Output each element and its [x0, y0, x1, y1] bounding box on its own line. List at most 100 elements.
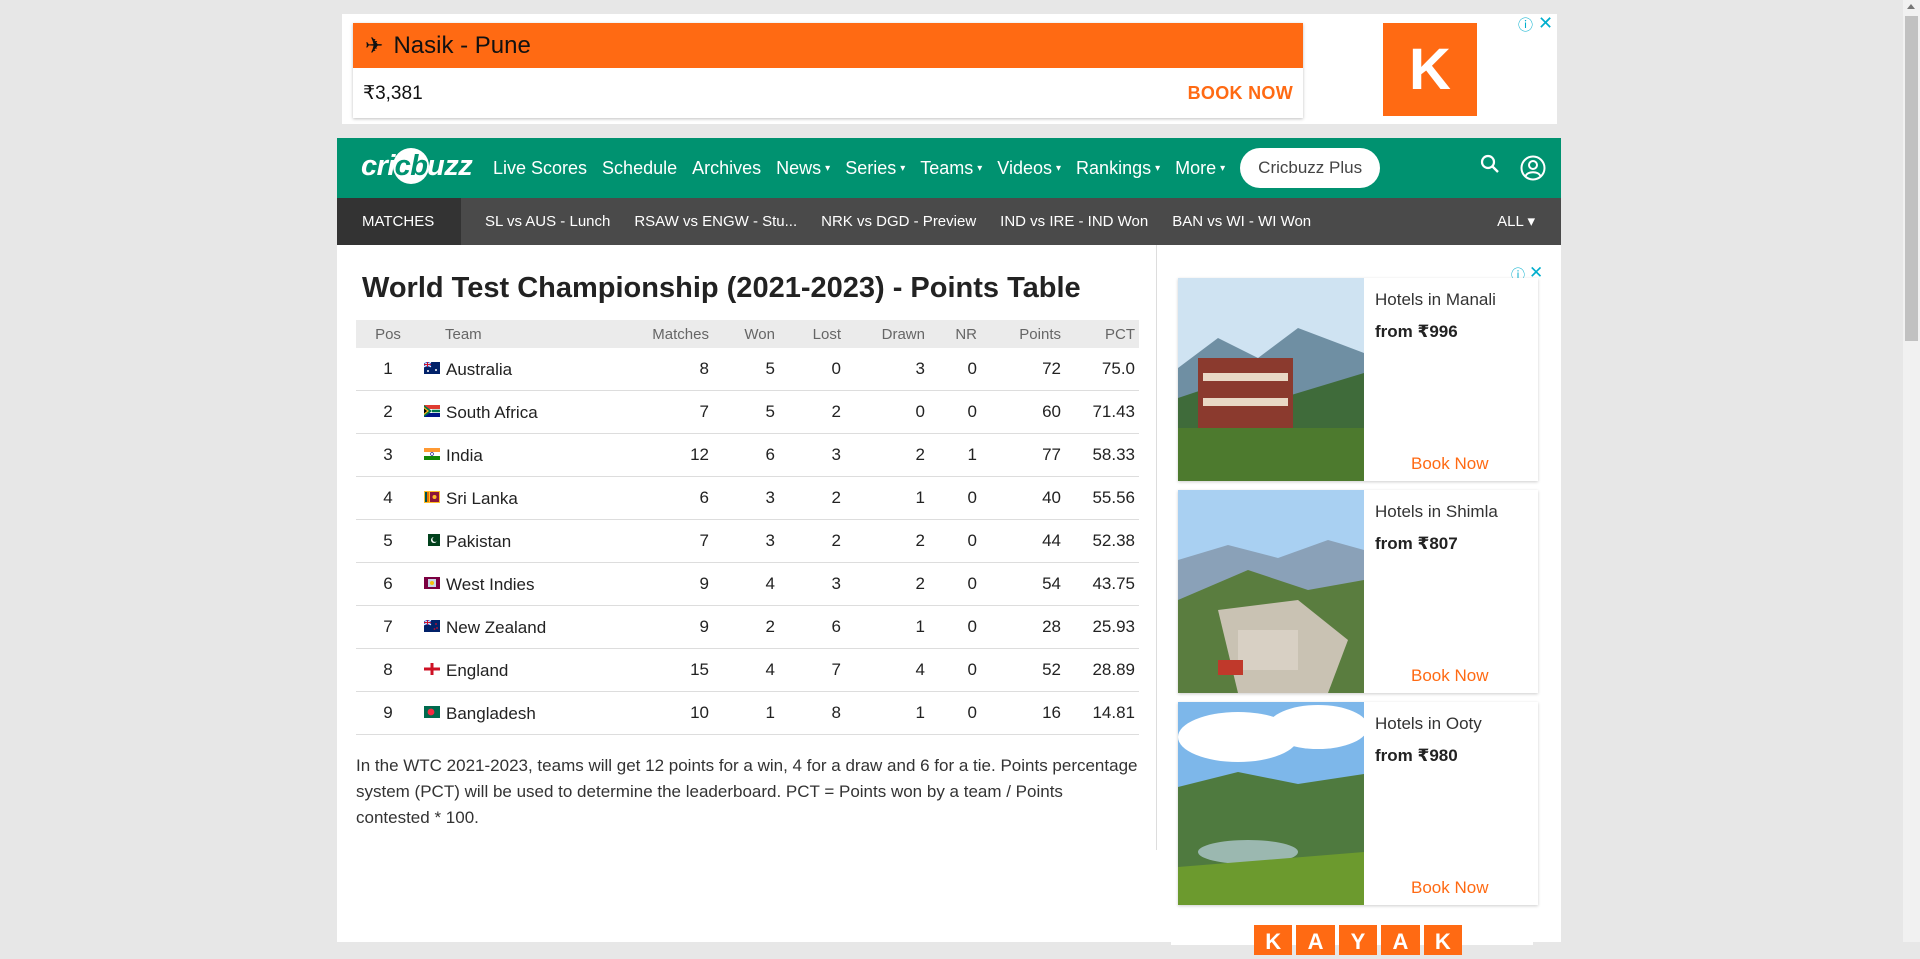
cell-drawn: 1	[845, 691, 929, 735]
team-cell[interactable]: New Zealand	[420, 605, 625, 649]
hotel-book-now-button[interactable]: Book Now	[1411, 666, 1488, 686]
team-cell[interactable]: West Indies	[420, 562, 625, 606]
cricbuzz-plus-button[interactable]: Cricbuzz Plus	[1240, 148, 1381, 188]
scrollbar-thumb[interactable]	[1905, 16, 1918, 341]
nav-item-more[interactable]: More ▾	[1175, 158, 1225, 179]
team-cell[interactable]: Pakistan	[420, 519, 625, 563]
nav-item-teams[interactable]: Teams ▾	[920, 158, 982, 179]
team-flag-icon	[424, 531, 440, 546]
col-nr: NR	[955, 325, 977, 343]
kayak-letter: A	[1296, 925, 1335, 955]
scroll-up-arrow-icon[interactable]	[1907, 4, 1915, 9]
nav-item-label: Live Scores	[493, 157, 588, 178]
ad-close-icon[interactable]: ✕	[1538, 13, 1553, 34]
team-cell[interactable]: Bangladesh	[420, 691, 625, 735]
cell-pct: 52.38	[1065, 519, 1139, 563]
hotel-image[interactable]	[1178, 490, 1364, 693]
hotel-ads-sidebar[interactable]: ⓘ ✕ Hotels in Manali from ₹996 Book Now Hot…	[1171, 263, 1543, 955]
team-cell[interactable]: India	[420, 433, 625, 477]
table-row: 1 Australia 8 5 0 3 0 72 75.0	[356, 348, 1139, 391]
team-cell[interactable]: England	[420, 648, 625, 692]
table-row: 4 Sri Lanka 6 3 2 1 0 40 55.56	[356, 476, 1139, 520]
col-matches: Matches	[652, 325, 709, 343]
book-now-button[interactable]: BOOK NOW	[1188, 83, 1293, 104]
chevron-down-icon: ▾	[1056, 163, 1062, 175]
cell-pct: 28.89	[1065, 648, 1139, 692]
match-link[interactable]: BAN vs WI - WI Won	[1172, 213, 1311, 230]
hotel-ad-card[interactable]: Hotels in Shimla from ₹807 Book Now	[1178, 490, 1538, 693]
page-scrollbar[interactable]	[1903, 0, 1920, 942]
nav-item-rankings[interactable]: Rankings ▾	[1076, 158, 1160, 179]
top-banner-ad[interactable]: ✈ Nasik - Pune ₹3,381 BOOK NOW K ⓘ ✕	[342, 13, 1557, 124]
cell-nr: 1	[929, 433, 981, 477]
cell-pos: 8	[356, 648, 420, 692]
search-icon[interactable]	[1480, 154, 1500, 180]
table-row: 2 South Africa 7 5 2 0 0 60 71.43	[356, 390, 1139, 434]
cell-pct: 14.81	[1065, 691, 1139, 735]
team-flag-icon	[423, 617, 440, 632]
hotel-book-now-button[interactable]: Book Now	[1411, 454, 1488, 474]
cell-lost: 8	[779, 691, 845, 735]
nav-item-label: Videos	[997, 157, 1053, 178]
col-drawn: Drawn	[881, 325, 925, 343]
hotel-title[interactable]: Hotels in Ooty	[1375, 714, 1482, 734]
col-pos: Pos	[375, 325, 401, 343]
nav-item-news[interactable]: News ▾	[776, 158, 830, 179]
cricbuzz-logo[interactable]: cricbuzz	[361, 148, 487, 188]
cell-lost: 2	[779, 519, 845, 563]
team-name[interactable]: Pakistan	[446, 532, 511, 551]
team-name[interactable]: Australia	[446, 360, 512, 379]
match-link[interactable]: RSAW vs ENGW - Stu...	[634, 213, 797, 230]
hotel-image[interactable]	[1178, 702, 1364, 905]
kayak-logo[interactable]: K	[1383, 23, 1477, 116]
hotel-ad-card[interactable]: Hotels in Ooty from ₹980 Book Now	[1178, 702, 1538, 905]
team-name[interactable]: South Africa	[446, 403, 538, 422]
match-link[interactable]: IND vs IRE - IND Won	[1000, 213, 1148, 230]
cell-pos: 4	[356, 476, 420, 520]
cell-drawn: 2	[845, 519, 929, 563]
match-link[interactable]: NRK vs DGD - Preview	[821, 213, 976, 230]
hotel-title[interactable]: Hotels in Shimla	[1375, 502, 1498, 522]
team-cell[interactable]: South Africa	[420, 390, 625, 434]
nav-item-label: Series	[845, 157, 897, 178]
flight-route-header: ✈ Nasik - Pune	[353, 23, 1303, 68]
hotel-ad-card[interactable]: Hotels in Manali from ₹996 Book Now	[1178, 278, 1538, 481]
cell-pos: 6	[356, 562, 420, 606]
hotel-image[interactable]	[1178, 278, 1364, 481]
kayak-logo-strip[interactable]: KAYAK	[1254, 925, 1463, 955]
col-team: Team	[445, 325, 482, 343]
nav-item-label: News	[776, 157, 822, 178]
flight-ad-card[interactable]: ✈ Nasik - Pune ₹3,381 BOOK NOW	[353, 23, 1303, 118]
chevron-down-icon: ▾	[1220, 163, 1226, 175]
nav-item-series[interactable]: Series ▾	[845, 158, 905, 179]
team-cell[interactable]: Sri Lanka	[420, 476, 625, 520]
chevron-down-icon: ▾	[977, 163, 983, 175]
team-name[interactable]: Sri Lanka	[446, 489, 518, 508]
cell-matches: 15	[625, 648, 713, 692]
cell-pos: 3	[356, 433, 420, 477]
nav-item-archives[interactable]: Archives	[692, 158, 761, 179]
cell-drawn: 2	[845, 562, 929, 606]
cell-drawn: 3	[845, 348, 929, 391]
hotel-book-now-button[interactable]: Book Now	[1411, 878, 1488, 898]
cell-drawn: 0	[845, 390, 929, 434]
cell-pos: 1	[356, 348, 420, 391]
ad-info-icon[interactable]: ⓘ	[1518, 14, 1533, 35]
team-name[interactable]: West Indies	[446, 575, 535, 594]
nav-item-live-scores[interactable]: Live Scores	[493, 158, 587, 179]
main-content-area: World Test Championship (2021-2023) - Po…	[337, 245, 1561, 955]
all-matches-dropdown[interactable]: ALL ▾	[1497, 212, 1535, 230]
team-name[interactable]: New Zealand	[446, 618, 546, 637]
team-name[interactable]: Bangladesh	[446, 704, 536, 723]
team-name[interactable]: England	[446, 661, 508, 680]
team-cell[interactable]: Australia	[420, 348, 625, 391]
nav-item-label: More	[1175, 157, 1217, 178]
nav-item-videos[interactable]: Videos ▾	[997, 158, 1061, 179]
cell-won: 1	[713, 691, 779, 735]
matches-label[interactable]: MATCHES	[337, 198, 461, 245]
hotel-title[interactable]: Hotels in Manali	[1375, 290, 1496, 310]
nav-item-schedule[interactable]: Schedule	[602, 158, 677, 179]
user-account-icon[interactable]	[1520, 155, 1546, 187]
team-name[interactable]: India	[446, 446, 483, 465]
match-link[interactable]: SL vs AUS - Lunch	[485, 213, 610, 230]
